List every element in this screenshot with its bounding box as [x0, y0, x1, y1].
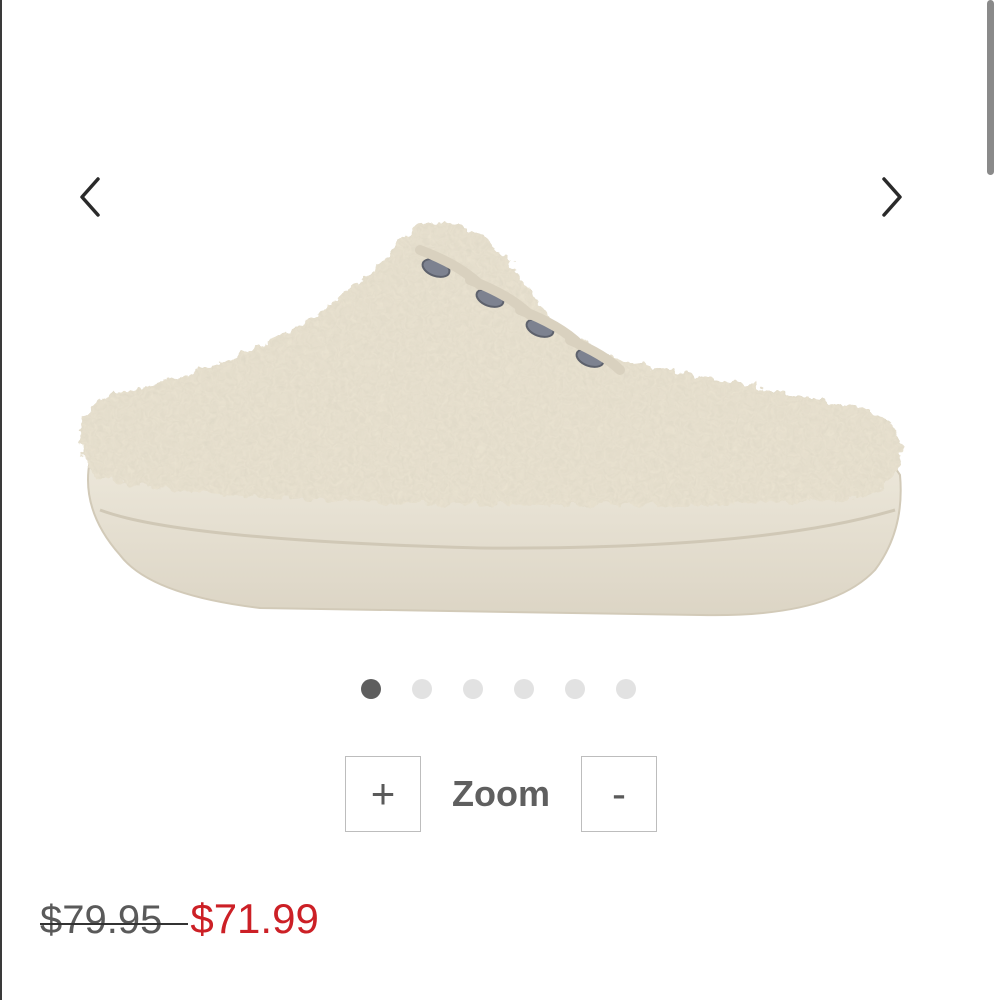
- carousel-dot-5[interactable]: [565, 679, 585, 699]
- carousel-dot-6[interactable]: [616, 679, 636, 699]
- carousel-dot-3[interactable]: [463, 679, 483, 699]
- product-image[interactable]: [60, 210, 920, 640]
- product-page: + Zoom - $79.95 $71.99: [0, 0, 1000, 1000]
- zoom-in-button[interactable]: +: [345, 756, 421, 832]
- price: $79.95 $71.99: [40, 895, 319, 943]
- carousel-dot-1[interactable]: [361, 679, 381, 699]
- zoom-label: Zoom: [452, 773, 550, 814]
- scrollbar[interactable]: [987, 0, 994, 175]
- original-price: $79.95: [40, 898, 189, 942]
- carousel-dot-4[interactable]: [514, 679, 534, 699]
- carousel-dots: [361, 679, 636, 699]
- zoom-controls: + Zoom -: [345, 756, 657, 832]
- carousel-dot-2[interactable]: [412, 679, 432, 699]
- sale-price: $71.99: [190, 895, 319, 942]
- zoom-out-button[interactable]: -: [581, 756, 657, 832]
- window-edge: [0, 0, 2, 1000]
